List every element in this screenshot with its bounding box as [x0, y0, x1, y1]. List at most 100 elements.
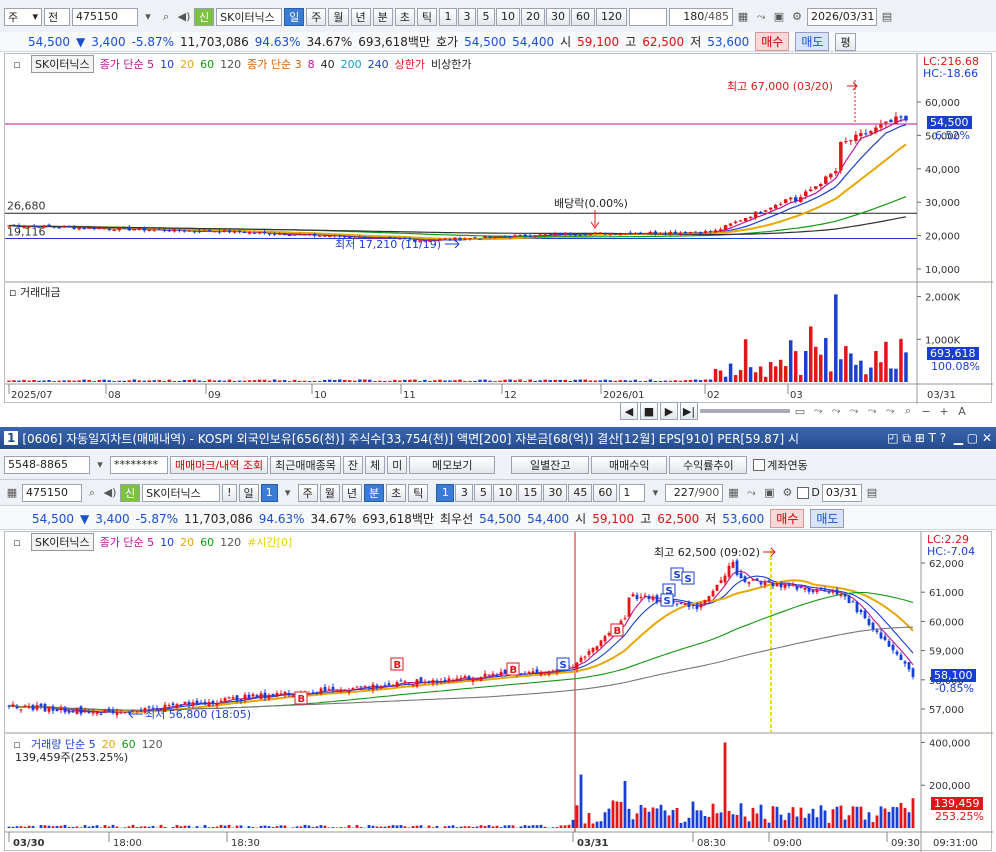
- b-interval-10[interactable]: 10: [493, 484, 517, 502]
- gear-icon[interactable]: ⚙: [789, 9, 805, 25]
- bottom-chart-panel[interactable]: 62,00061,00060,00059,00058,00057,00003/3…: [4, 531, 992, 851]
- interval-3[interactable]: 3: [458, 8, 476, 26]
- b-interval-1[interactable]: 1: [436, 484, 454, 502]
- tool-icon-6[interactable]: ⤳: [882, 403, 898, 419]
- zoom-slider[interactable]: [700, 409, 790, 413]
- balance-button[interactable]: 잔: [343, 456, 363, 474]
- period-year[interactable]: 년: [351, 8, 371, 26]
- b-period-day[interactable]: 일: [239, 484, 259, 502]
- b-interval-3[interactable]: 3: [455, 484, 473, 502]
- scroll-end-icon[interactable]: ▶|: [680, 402, 698, 420]
- trade-mark-button[interactable]: 매매마크/내역 조회: [170, 456, 268, 474]
- period-day[interactable]: 일: [284, 8, 304, 26]
- dropdown-icon[interactable]: ▾: [140, 9, 156, 25]
- date-field[interactable]: 2026/03/31: [807, 8, 877, 26]
- b-save-icon[interactable]: ▣: [761, 485, 777, 501]
- trade-profit-button[interactable]: 매매수익: [591, 456, 667, 474]
- b-buy-button[interactable]: 매수: [770, 509, 804, 528]
- return-trend-button[interactable]: 수익률추이: [669, 456, 747, 474]
- unit-minute[interactable]: 분: [373, 8, 393, 26]
- interval-10[interactable]: 10: [496, 8, 520, 26]
- save-icon[interactable]: ▣: [771, 9, 787, 25]
- recent-stocks-button[interactable]: 최근매매종목: [270, 456, 341, 474]
- tool-icon-1[interactable]: ▭: [792, 403, 808, 419]
- b-unit-tick[interactable]: 틱: [408, 484, 428, 502]
- b-period-week[interactable]: 주: [298, 484, 318, 502]
- b-unit-minute[interactable]: 분: [364, 484, 384, 502]
- b-trend-icon[interactable]: ⤳: [743, 485, 759, 501]
- memo-button[interactable]: 메모보기: [409, 456, 495, 474]
- tool-icon-3[interactable]: ⤳: [828, 403, 844, 419]
- minus-icon[interactable]: −: [918, 403, 934, 419]
- b-count-field[interactable]: 227/900: [665, 484, 723, 502]
- b-step-dropdown-icon[interactable]: ▾: [647, 485, 663, 501]
- password-input[interactable]: ********: [110, 456, 168, 474]
- unit-second[interactable]: 초: [395, 8, 415, 26]
- b-day-count[interactable]: 1: [261, 484, 278, 502]
- search-zoom-icon[interactable]: ⌕: [900, 403, 916, 419]
- tool-icon-2[interactable]: ⤳: [810, 403, 826, 419]
- b-step-field[interactable]: 1: [619, 484, 645, 502]
- b-interval-45[interactable]: 45: [568, 484, 592, 502]
- b-day-dropdown-icon[interactable]: ▾: [280, 485, 296, 501]
- buy-button[interactable]: 매수: [755, 32, 789, 51]
- reset-a-icon[interactable]: A: [954, 403, 970, 419]
- tool-icon-5[interactable]: ⤳: [864, 403, 880, 419]
- eval-button[interactable]: 평: [835, 33, 855, 51]
- period-month[interactable]: 월: [328, 8, 348, 26]
- top-chart-canvas[interactable]: 60,00050,00040,00030,00020,00010,0002025…: [5, 54, 993, 404]
- interval-120[interactable]: 120: [596, 8, 627, 26]
- sell-button[interactable]: 매도: [795, 32, 829, 51]
- account-dropdown-icon[interactable]: ▾: [92, 457, 108, 473]
- b-search-icon[interactable]: ⌕: [84, 485, 100, 501]
- b-speaker-icon[interactable]: ◀): [102, 485, 118, 501]
- grid-icon[interactable]: ▦: [735, 9, 751, 25]
- b-sell-button[interactable]: 매도: [810, 509, 844, 528]
- b-calendar-icon[interactable]: ▤: [864, 485, 880, 501]
- plus-icon[interactable]: +: [936, 403, 952, 419]
- search-icon[interactable]: ⌕: [158, 9, 174, 25]
- bottom-window-titlebar[interactable]: 1 [0606] 자동일지차트(매매내역) - KOSPI 외국인보유[656(…: [0, 427, 996, 449]
- calendar-icon[interactable]: ▤: [879, 9, 895, 25]
- top-chart-panel[interactable]: 60,00050,00040,00030,00020,00010,0002025…: [4, 53, 992, 403]
- unit-tick[interactable]: 틱: [417, 8, 437, 26]
- count-field[interactable]: 180/485: [669, 8, 733, 26]
- code-input[interactable]: 475150: [72, 8, 138, 26]
- stock-name[interactable]: SK이터닉스: [216, 8, 282, 26]
- scroll-left-icon[interactable]: ◀: [620, 402, 638, 420]
- b-stock-name[interactable]: SK이터닉스: [142, 484, 220, 502]
- pause-icon[interactable]: ■: [640, 402, 658, 420]
- interval-60[interactable]: 60: [571, 8, 595, 26]
- window-tool-icons[interactable]: ◰ ⧉ ⊞ T ? ▁ ▢ ✕: [887, 431, 992, 446]
- tool-icon-4[interactable]: ⤳: [846, 403, 862, 419]
- b-gear-icon[interactable]: ⚙: [779, 485, 795, 501]
- b-unit-second[interactable]: 초: [386, 484, 406, 502]
- speaker-icon[interactable]: ◀): [176, 9, 192, 25]
- interval-custom[interactable]: [629, 8, 667, 26]
- alert-button[interactable]: !: [222, 484, 236, 502]
- account-link-checkbox[interactable]: [753, 459, 765, 471]
- scroll-right-icon[interactable]: ▶: [660, 402, 678, 420]
- trend-icon[interactable]: ⤳: [753, 9, 769, 25]
- interval-30[interactable]: 30: [546, 8, 570, 26]
- interval-5[interactable]: 5: [477, 8, 495, 26]
- b-interval-5[interactable]: 5: [474, 484, 492, 502]
- bars-icon[interactable]: ▦: [4, 485, 20, 501]
- b-interval-15[interactable]: 15: [518, 484, 542, 502]
- market-select[interactable]: 주▾: [4, 8, 42, 26]
- period-week[interactable]: 주: [306, 8, 326, 26]
- executed-button[interactable]: 체: [365, 456, 385, 474]
- b-date-field[interactable]: 03/31: [822, 484, 862, 502]
- b-d-checkbox[interactable]: [797, 487, 809, 499]
- b-interval-60[interactable]: 60: [593, 484, 617, 502]
- interval-20[interactable]: 20: [521, 8, 545, 26]
- pending-button[interactable]: 미: [387, 456, 407, 474]
- b-grid-icon[interactable]: ▦: [725, 485, 741, 501]
- daily-balance-button[interactable]: 일별잔고: [511, 456, 589, 474]
- b-interval-30[interactable]: 30: [543, 484, 567, 502]
- account-select[interactable]: 5548-8865: [4, 456, 90, 474]
- interval-1[interactable]: 1: [439, 8, 457, 26]
- b-code-input[interactable]: 475150: [22, 484, 82, 502]
- b-period-month[interactable]: 월: [320, 484, 340, 502]
- b-period-year[interactable]: 년: [342, 484, 362, 502]
